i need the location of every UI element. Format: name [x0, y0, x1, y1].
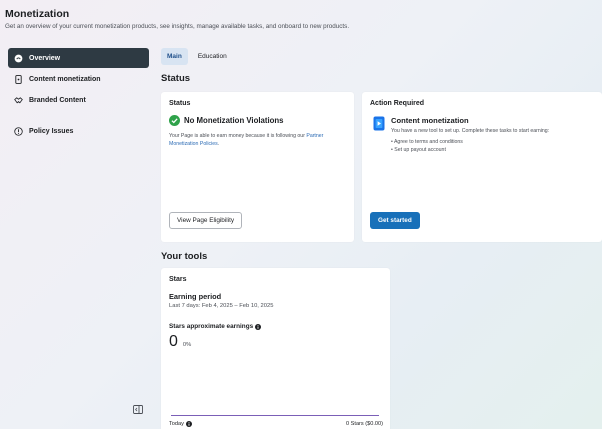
sidebar-item-policy-issues[interactable]: Policy Issues	[8, 122, 149, 142]
earnings-percent: 0%	[182, 342, 192, 348]
sidebar-item-content-monetization[interactable]: Content monetization	[8, 69, 149, 89]
status-row: No Monetization Violations	[169, 115, 346, 126]
stars-card-title: Stars	[169, 276, 187, 283]
stars-earnings-label: Stars approximate earnings	[169, 323, 254, 330]
collapse-sidebar-icon[interactable]	[133, 405, 143, 414]
check-circle-icon	[169, 115, 180, 126]
status-description: Your Page is able to earn money because …	[169, 133, 346, 148]
earnings-value: 0	[169, 333, 178, 350]
sidebar-item-branded-content[interactable]: Branded Content	[8, 91, 149, 111]
tab-bar: Main Education	[161, 48, 233, 65]
action-required-card: Action Required Content monetization You…	[362, 92, 602, 242]
content-monetization-description: You have a new tool to set up. Complete …	[391, 128, 550, 134]
earning-period-title: Earning period	[169, 292, 222, 301]
info-icon[interactable]	[255, 323, 262, 330]
task-list: • Agree to terms and conditions • Set up…	[391, 139, 549, 155]
tab-main[interactable]: Main	[161, 48, 188, 65]
sidebar-item-overview[interactable]: Overview	[8, 48, 149, 68]
alert-circle-icon	[14, 127, 23, 137]
content-monetization-icon	[373, 116, 385, 131]
status-card: Status No Monetization Violations Your P…	[161, 92, 354, 242]
stars-card: Stars Earning period Last 7 days: Feb 4,…	[161, 268, 390, 429]
tools-section-heading: Your tools	[161, 251, 208, 262]
page-subtitle: Get an overview of your current monetiza…	[5, 23, 350, 30]
status-text: No Monetization Violations	[184, 116, 284, 125]
earning-period-range: Last 7 days: Feb 4, 2025 – Feb 10, 2025	[169, 303, 274, 309]
task-payout: • Set up payout account	[391, 146, 446, 153]
page-header: Monetization Get an overview of your cur…	[5, 8, 595, 30]
status-card-title: Status	[169, 100, 191, 107]
overview-icon	[14, 54, 23, 63]
status-description-text: Your Page is able to earn money because …	[169, 133, 307, 139]
tab-education[interactable]: Education	[192, 48, 233, 65]
task-terms: • Agree to terms and conditions	[391, 139, 463, 145]
view-page-eligibility-button[interactable]: View Page Eligibility	[169, 212, 243, 229]
action-card-title: Action Required	[370, 100, 425, 107]
status-section-heading: Status	[161, 73, 191, 84]
handshake-icon	[14, 96, 23, 105]
sidebar-item-label: Policy Issues	[29, 128, 74, 136]
info-icon[interactable]	[185, 421, 192, 427]
sidebar-item-label: Content monetization	[29, 75, 101, 83]
page-title: Monetization	[5, 8, 70, 20]
stars-earnings-label-row: Stars approximate earnings	[169, 323, 382, 330]
sidebar: Overview Content monetization Branded Co…	[8, 48, 149, 143]
earnings-value-row: 0 0%	[169, 333, 382, 351]
earnings-chart-line	[171, 415, 379, 416]
get-started-button[interactable]: Get started	[370, 212, 420, 229]
content-monetization-task: Content monetization You have a new tool…	[370, 116, 594, 155]
chart-foot-left: Today	[169, 421, 184, 427]
sidebar-item-label: Overview	[29, 54, 61, 62]
chart-foot-right: 0 Stars ($0.00)	[346, 421, 383, 427]
sidebar-item-label: Branded Content	[29, 97, 86, 105]
status-description-end: .	[217, 140, 220, 147]
content-monetization-title: Content monetization	[391, 116, 469, 125]
phone-icon	[14, 74, 23, 84]
chart-footer: Today 0 Stars ($0.00)	[169, 421, 383, 427]
